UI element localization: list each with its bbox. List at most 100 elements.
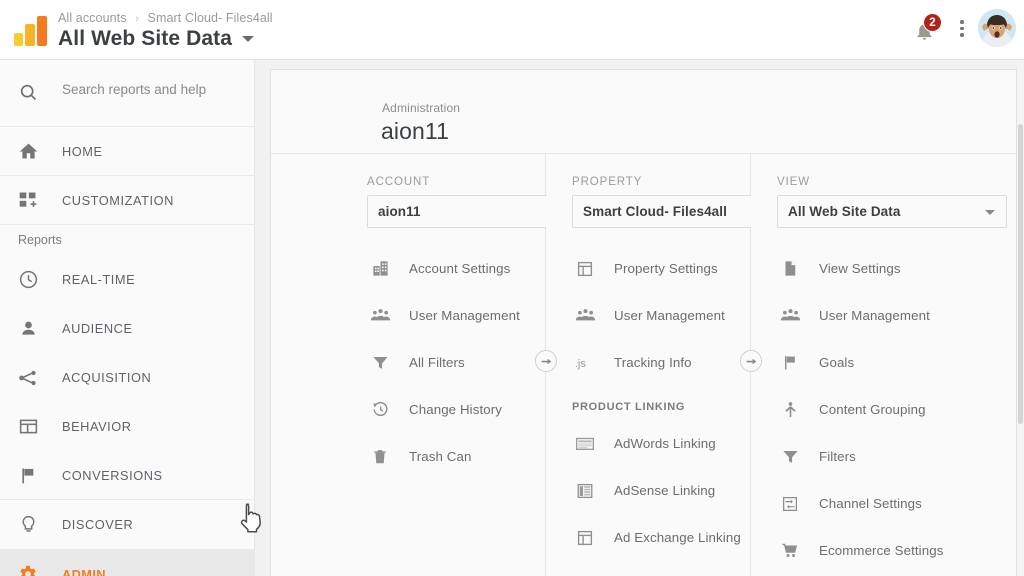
- menu-item-adsense-linking-label: AdSense Linking: [614, 483, 715, 498]
- adexchange-icon: [572, 526, 598, 550]
- menu-item-ad-exchange-linking[interactable]: Ad Exchange Linking: [572, 514, 751, 561]
- kebab-dot-3: [960, 33, 964, 37]
- menu-item-adwords-linking-label: AdWords Linking: [614, 436, 716, 451]
- sidebar-item-discover-label: DISCOVER: [62, 517, 133, 532]
- users-icon: [367, 304, 393, 328]
- menu-item-goals[interactable]: Goals: [777, 339, 1007, 386]
- breadcrumb-all-accounts[interactable]: All accounts: [58, 11, 127, 25]
- menu-item-view-filters-label: Filters: [819, 449, 856, 464]
- users-icon: [572, 304, 598, 328]
- sidebar-section-reports: Reports: [0, 225, 254, 255]
- menu-item-account-settings[interactable]: Account Settings: [367, 245, 546, 292]
- view-selector[interactable]: All Web Site Data: [777, 195, 1007, 228]
- menu-item-tracking-info[interactable]: .js Tracking Info: [572, 339, 751, 386]
- property-title-selector[interactable]: All Web Site Data: [58, 27, 254, 51]
- search-icon[interactable]: [18, 82, 39, 103]
- account-selector[interactable]: aion11: [367, 195, 546, 228]
- sidebar-item-real-time-label: REAL-TIME: [62, 272, 135, 287]
- acquisition-icon: [16, 366, 40, 390]
- lightbulb-icon: [16, 513, 40, 537]
- cart-icon: [777, 539, 803, 563]
- menu-item-all-filters[interactable]: All Filters: [367, 339, 546, 386]
- channel-icon: [777, 492, 803, 516]
- menu-item-tracking-info-label: Tracking Info: [614, 355, 692, 370]
- account-column: ACCOUNT aion11: [367, 154, 546, 576]
- menu-item-trash-can[interactable]: Trash Can: [367, 433, 546, 480]
- notification-badge: 2: [923, 13, 942, 32]
- search-row: [0, 60, 254, 127]
- gear-icon: [16, 562, 40, 576]
- sidebar-item-acquisition[interactable]: ACQUISITION: [0, 353, 254, 402]
- view-selector-value: All Web Site Data: [788, 204, 900, 219]
- person-icon: [16, 317, 40, 341]
- menu-item-account-user-management[interactable]: User Management: [367, 292, 546, 339]
- view-column-header: VIEW: [777, 154, 1007, 195]
- kebab-menu-icon[interactable]: [953, 20, 971, 40]
- menu-item-view-filters[interactable]: Filters: [777, 433, 1007, 480]
- menu-item-ecommerce-settings[interactable]: Ecommerce Settings: [777, 527, 1007, 574]
- menu-item-property-user-management[interactable]: User Management: [572, 292, 751, 339]
- sidebar-item-admin-label: ADMIN: [62, 567, 106, 576]
- layout-icon: [572, 257, 598, 281]
- search-input[interactable]: [62, 82, 242, 97]
- menu-item-property-settings[interactable]: Property Settings: [572, 245, 751, 292]
- menu-item-ad-exchange-linking-label: Ad Exchange Linking: [614, 530, 741, 545]
- menu-item-property-settings-label: Property Settings: [614, 261, 718, 276]
- menu-item-view-user-management[interactable]: User Management: [777, 292, 1007, 339]
- property-menu: Property Settings U: [572, 245, 751, 561]
- property-selector[interactable]: Smart Cloud- Files4all: [572, 195, 751, 228]
- clock-icon: [16, 268, 40, 292]
- menu-item-all-filters-label: All Filters: [409, 355, 465, 370]
- account-column-header: ACCOUNT: [367, 154, 546, 195]
- admin-columns: ACCOUNT aion11: [271, 154, 1016, 576]
- menu-item-goals-label: Goals: [819, 355, 854, 370]
- main-content: Administration aion11: [255, 60, 1024, 576]
- menu-item-adsense-linking[interactable]: AdSense Linking: [572, 467, 751, 514]
- menu-item-account-user-management-label: User Management: [409, 308, 520, 323]
- product-linking-header: PRODUCT LINKING: [572, 386, 751, 420]
- menu-item-property-user-management-label: User Management: [614, 308, 725, 323]
- user-avatar[interactable]: [978, 9, 1016, 47]
- page-scrollbar-track[interactable]: [1017, 60, 1024, 576]
- sidebar-item-conversions[interactable]: CONVERSIONS: [0, 451, 254, 500]
- sidebar-item-audience[interactable]: AUDIENCE: [0, 304, 254, 353]
- kebab-dot-1: [960, 20, 964, 24]
- sidebar-item-behavior[interactable]: BEHAVIOR: [0, 402, 254, 451]
- sidebar-item-behavior-label: BEHAVIOR: [62, 419, 132, 434]
- menu-item-view-settings[interactable]: View Settings: [777, 245, 1007, 292]
- sidebar-item-discover[interactable]: DISCOVER: [0, 500, 254, 549]
- home-icon: [16, 139, 40, 163]
- sidebar-item-home-label: HOME: [62, 144, 103, 159]
- sidebar-item-real-time[interactable]: REAL-TIME: [0, 255, 254, 304]
- sidebar-item-customization[interactable]: CUSTOMIZATION: [0, 176, 254, 225]
- chevron-down-icon: [985, 210, 995, 215]
- notifications-button[interactable]: 2: [912, 17, 938, 45]
- menu-item-adwords-linking[interactable]: AdWords Linking: [572, 420, 751, 467]
- menu-item-change-history-label: Change History: [409, 402, 502, 417]
- logo-bar-medium: [25, 24, 35, 46]
- admin-account-title: aion11: [381, 118, 449, 145]
- menu-item-change-history[interactable]: Change History: [367, 386, 546, 433]
- flag-icon: [16, 463, 40, 487]
- property-column: PROPERTY Smart Cloud- Files4all: [572, 154, 751, 576]
- page-scrollbar-thumb[interactable]: [1018, 124, 1023, 424]
- sidebar-item-admin[interactable]: ADMIN: [0, 549, 254, 576]
- sidebar-item-home[interactable]: HOME: [0, 127, 254, 176]
- menu-item-content-grouping[interactable]: Content Grouping: [777, 386, 1007, 433]
- avatar-image: [978, 9, 1016, 47]
- document-icon: [777, 257, 803, 281]
- menu-item-channel-settings[interactable]: Channel Settings: [777, 480, 1007, 527]
- breadcrumb-property[interactable]: Smart Cloud- Files4all: [148, 11, 273, 25]
- logo-bar-tall: [37, 16, 47, 46]
- view-menu: View Settings User: [777, 245, 1007, 574]
- admin-kicker: Administration: [382, 101, 460, 115]
- funnel-icon: [367, 351, 393, 375]
- adwords-icon: [572, 432, 598, 456]
- account-selector-value: aion11: [378, 204, 421, 219]
- breadcrumb-separator-icon: ›: [135, 13, 139, 25]
- flag-icon: [777, 351, 803, 375]
- property-selector-value: Smart Cloud- Files4all: [583, 204, 727, 219]
- funnel-icon: [777, 445, 803, 469]
- google-analytics-logo[interactable]: [12, 14, 52, 46]
- account-menu: Account Settings Us: [367, 245, 546, 480]
